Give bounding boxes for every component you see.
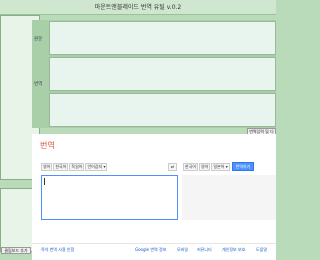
window-title: 마운트앤블레이드 번역 유틸 v.0.2 bbox=[0, 0, 276, 15]
google-translate-panel: 번역 영어 한국어 독일어 언어감지 ▾ ⇄ 한국어 영어 일본어 ▾ 번역하기 bbox=[32, 134, 276, 260]
footer-link-community[interactable]: 커뮤니티 bbox=[197, 247, 212, 253]
source-lang-detect[interactable]: 언어감지 ▾ bbox=[85, 163, 108, 171]
footer-link-privacy[interactable]: 개인정보 보호 bbox=[222, 247, 245, 253]
google-translate-footer: 즉석 번역 사용 안함 Google 번역 정보 모바일 커뮤니티 개인정보 보… bbox=[32, 243, 276, 255]
target-language-tabs: 한국어 영어 일본어 ▾ bbox=[183, 163, 230, 171]
source-textbox-1[interactable] bbox=[49, 21, 276, 55]
source-lang-english[interactable]: 영어 bbox=[41, 163, 53, 171]
text-cursor bbox=[44, 178, 45, 185]
source-lang-detect-label: 언어감지 bbox=[87, 164, 103, 169]
source-language-tabs: 영어 한국어 독일어 언어감지 ▾ bbox=[41, 163, 108, 171]
source-lang-korean[interactable]: 한국어 bbox=[53, 163, 69, 171]
instant-translate-toggle-link[interactable]: 즉석 번역 사용 안함 bbox=[41, 247, 74, 253]
source-label: 원문 bbox=[34, 37, 43, 42]
footer-link-mobile[interactable]: 모바일 bbox=[177, 247, 188, 253]
editor-panel: 원문 번역 bbox=[32, 20, 276, 128]
source-textbox-2[interactable] bbox=[49, 57, 276, 91]
target-lang-english[interactable]: 영어 bbox=[199, 163, 211, 171]
target-lang-japanese-label: 일본어 bbox=[213, 164, 225, 169]
target-lang-japanese[interactable]: 일본어 ▾ bbox=[211, 163, 230, 171]
swap-icon[interactable]: ⇄ bbox=[168, 163, 177, 171]
footer-link-about[interactable]: Google 번역 정보 bbox=[135, 247, 166, 253]
source-lang-german[interactable]: 독일어 bbox=[69, 163, 85, 171]
translation-output bbox=[182, 175, 276, 220]
source-text-input[interactable] bbox=[41, 175, 178, 220]
target-lang-korean[interactable]: 한국어 bbox=[183, 163, 199, 171]
translation-label: 번역 bbox=[34, 82, 43, 87]
translate-button[interactable]: 번역하기 bbox=[232, 162, 254, 171]
footer-link-help[interactable]: 도움말 bbox=[256, 247, 267, 253]
clipboard-add-button[interactable]: 클립보드 추가 bbox=[1, 247, 31, 254]
google-translate-title: 번역 bbox=[40, 141, 55, 150]
translation-textbox[interactable] bbox=[49, 93, 276, 127]
